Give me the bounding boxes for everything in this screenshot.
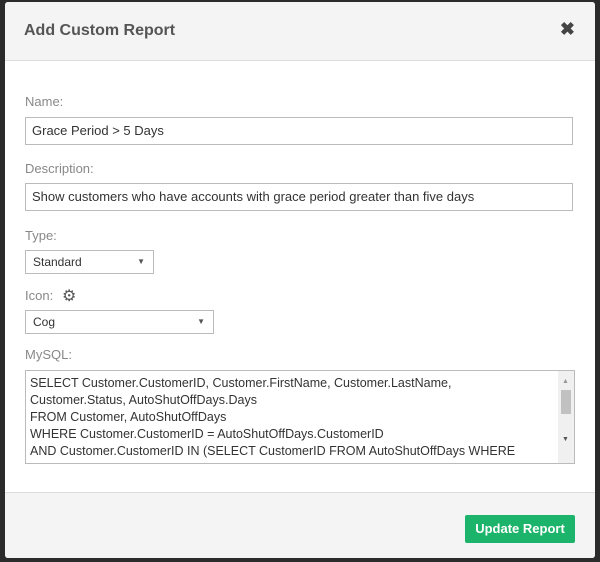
- icon-select-value: Cog: [33, 315, 56, 329]
- name-input[interactable]: Grace Period > 5 Days: [25, 117, 573, 145]
- type-select-value: Standard: [33, 255, 82, 269]
- description-label: Description:: [25, 161, 94, 176]
- add-custom-report-dialog: Add Custom Report ✖ Name: Grace Period >…: [5, 2, 595, 558]
- gear-icon: ⚙: [62, 288, 77, 305]
- icon-select[interactable]: Cog ▼: [25, 310, 214, 334]
- dialog-footer: Update Report: [5, 492, 595, 558]
- scroll-up-icon[interactable]: ▲: [562, 373, 569, 390]
- close-icon[interactable]: ✖: [560, 19, 575, 40]
- sql-line: SELECT Customer.CustomerID, Customer.Fir…: [30, 376, 452, 390]
- sql-line: FROM Customer, AutoShutOffDays: [30, 410, 227, 424]
- sql-line: Customer.Status, AutoShutOffDays.Days: [30, 393, 257, 407]
- type-select[interactable]: Standard ▼: [25, 250, 154, 274]
- chevron-down-icon: ▼: [137, 257, 145, 266]
- scroll-down-icon[interactable]: ▼: [562, 431, 569, 448]
- textarea-scrollbar[interactable]: ▲ ▼: [558, 371, 574, 463]
- scrollbar-thumb[interactable]: [561, 390, 571, 414]
- description-input[interactable]: Show customers who have accounts with gr…: [25, 183, 573, 211]
- type-label: Type:: [25, 228, 57, 243]
- name-label: Name:: [25, 94, 64, 109]
- sql-line: AND Customer.CustomerID IN (SELECT Custo…: [30, 444, 516, 458]
- sql-line: WHERE Customer.CustomerID = AutoShutOffD…: [30, 427, 384, 441]
- chevron-down-icon: ▼: [197, 317, 205, 326]
- icon-label: Icon:: [25, 288, 54, 303]
- mysql-label: MySQL:: [25, 347, 72, 362]
- mysql-textarea[interactable]: SELECT Customer.CustomerID, Customer.Fir…: [25, 370, 575, 464]
- update-report-button[interactable]: Update Report: [465, 515, 575, 543]
- dialog-title: Add Custom Report: [24, 22, 176, 39]
- dialog-header: Add Custom Report ✖: [5, 2, 595, 61]
